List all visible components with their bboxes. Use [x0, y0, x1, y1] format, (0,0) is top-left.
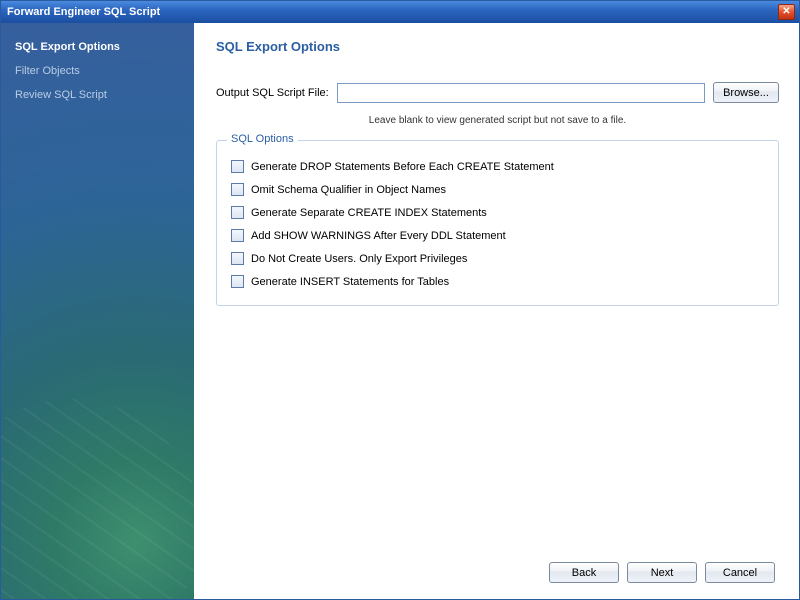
- output-file-label: Output SQL Script File:: [216, 87, 329, 99]
- output-file-hint: Leave blank to view generated script but…: [216, 115, 779, 126]
- sql-options-title: SQL Options: [227, 133, 298, 145]
- checkbox-no-create-users[interactable]: [231, 252, 244, 265]
- browse-button[interactable]: Browse...: [713, 82, 779, 103]
- option-label: Do Not Create Users. Only Export Privile…: [251, 253, 467, 265]
- wizard-footer: Back Next Cancel: [216, 554, 779, 589]
- option-no-create-users: Do Not Create Users. Only Export Privile…: [229, 247, 766, 270]
- back-button[interactable]: Back: [549, 562, 619, 583]
- step-filter-objects[interactable]: Filter Objects: [1, 59, 194, 83]
- titlebar: Forward Engineer SQL Script ✕: [1, 1, 799, 23]
- checkbox-separate-index[interactable]: [231, 206, 244, 219]
- output-file-row: Output SQL Script File: Browse...: [216, 82, 779, 103]
- spacer: [216, 316, 779, 554]
- option-omit-schema: Omit Schema Qualifier in Object Names: [229, 178, 766, 201]
- window-body: SQL Export Options Filter Objects Review…: [1, 23, 799, 599]
- cancel-button[interactable]: Cancel: [705, 562, 775, 583]
- option-label: Add SHOW WARNINGS After Every DDL Statem…: [251, 230, 506, 242]
- checkbox-omit-schema[interactable]: [231, 183, 244, 196]
- step-sql-export-options[interactable]: SQL Export Options: [1, 35, 194, 59]
- window-title: Forward Engineer SQL Script: [7, 6, 160, 18]
- checkbox-generate-insert[interactable]: [231, 275, 244, 288]
- sql-options-group: SQL Options Generate DROP Statements Bef…: [216, 140, 779, 306]
- step-review-sql-script[interactable]: Review SQL Script: [1, 83, 194, 107]
- wizard-window: Forward Engineer SQL Script ✕ SQL Export…: [0, 0, 800, 600]
- option-generate-insert: Generate INSERT Statements for Tables: [229, 270, 766, 293]
- option-label: Omit Schema Qualifier in Object Names: [251, 184, 446, 196]
- option-label: Generate DROP Statements Before Each CRE…: [251, 161, 554, 173]
- option-label: Generate INSERT Statements for Tables: [251, 276, 449, 288]
- close-icon[interactable]: ✕: [778, 4, 795, 20]
- wizard-sidebar: SQL Export Options Filter Objects Review…: [1, 23, 194, 599]
- checkbox-generate-drop[interactable]: [231, 160, 244, 173]
- option-generate-drop: Generate DROP Statements Before Each CRE…: [229, 155, 766, 178]
- main-panel: SQL Export Options Output SQL Script Fil…: [194, 23, 799, 599]
- next-button[interactable]: Next: [627, 562, 697, 583]
- option-label: Generate Separate CREATE INDEX Statement…: [251, 207, 487, 219]
- output-file-input[interactable]: [337, 83, 705, 103]
- option-show-warnings: Add SHOW WARNINGS After Every DDL Statem…: [229, 224, 766, 247]
- page-title: SQL Export Options: [216, 39, 779, 54]
- option-separate-index: Generate Separate CREATE INDEX Statement…: [229, 201, 766, 224]
- checkbox-show-warnings[interactable]: [231, 229, 244, 242]
